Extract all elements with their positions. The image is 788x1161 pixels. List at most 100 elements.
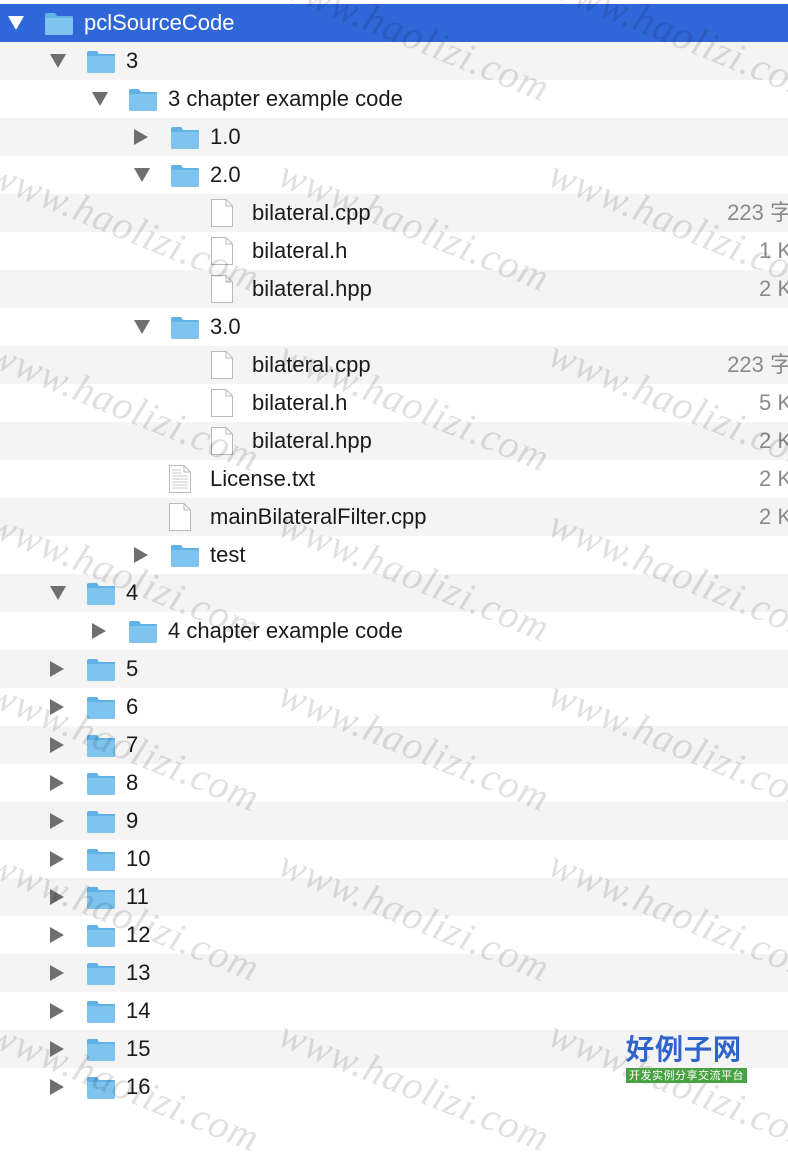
folder-name: 3: [126, 48, 139, 73]
document-icon: [211, 275, 233, 303]
folder-row[interactable]: 3: [0, 42, 788, 80]
file-size: 2 K: [758, 466, 788, 491]
folder-row[interactable]: 6: [0, 688, 788, 726]
disclosure-triangle-right-icon[interactable]: [92, 623, 106, 639]
folder-icon: [87, 583, 115, 605]
folder-icon: [171, 545, 199, 567]
document-icon: [211, 199, 233, 227]
folder-icon: [87, 849, 115, 871]
disclosure-triangle-right-icon[interactable]: [134, 129, 148, 145]
folder-name: 2.0: [210, 162, 241, 187]
file-size: 1 K: [758, 238, 788, 263]
file-name: bilateral.h: [252, 390, 348, 415]
folder-row[interactable]: 3 chapter example code: [0, 80, 788, 118]
disclosure-triangle-right-icon[interactable]: [50, 927, 64, 943]
folder-icon: [87, 51, 115, 73]
document-icon: [211, 389, 233, 417]
folder-icon: [129, 621, 157, 643]
folder-row[interactable]: 13: [0, 954, 788, 992]
folder-name: 15: [126, 1036, 151, 1061]
folder-row[interactable]: 14: [0, 992, 788, 1030]
disclosure-triangle-right-icon[interactable]: [50, 813, 64, 829]
folder-row[interactable]: 8: [0, 764, 788, 802]
text-document-icon: [169, 465, 191, 493]
folder-icon: [171, 127, 199, 149]
file-row[interactable]: bilateral.hpp 2 K: [0, 270, 788, 308]
folder-row[interactable]: 16: [0, 1068, 788, 1106]
disclosure-triangle-down-icon[interactable]: [50, 586, 66, 600]
folder-row[interactable]: 9: [0, 802, 788, 840]
folder-row[interactable]: 12: [0, 916, 788, 954]
file-name: bilateral.cpp: [252, 352, 371, 377]
file-row[interactable]: bilateral.cpp 223 字: [0, 346, 788, 384]
disclosure-triangle-down-icon[interactable]: [92, 92, 108, 106]
file-size: 2 K: [758, 428, 788, 453]
folder-row[interactable]: pclSourceCode: [0, 4, 788, 42]
document-icon: [211, 351, 233, 379]
file-row[interactable]: bilateral.cpp 223 字: [0, 194, 788, 232]
folder-row[interactable]: 3.0: [0, 308, 788, 346]
folder-icon: [87, 697, 115, 719]
folder-icon: [87, 887, 115, 909]
file-name: bilateral.hpp: [252, 428, 372, 453]
disclosure-triangle-right-icon[interactable]: [50, 965, 64, 981]
folder-icon: [87, 925, 115, 947]
file-size: 223 字: [727, 352, 788, 377]
file-row[interactable]: License.txt 2 K: [0, 460, 788, 498]
file-size: 2 K: [758, 276, 788, 301]
folder-row[interactable]: 7: [0, 726, 788, 764]
folder-row[interactable]: 4: [0, 574, 788, 612]
file-name: bilateral.h: [252, 238, 348, 263]
folder-name: 8: [126, 770, 139, 795]
file-row[interactable]: bilateral.h 1 K: [0, 232, 788, 270]
file-row[interactable]: bilateral.hpp 2 K: [0, 422, 788, 460]
folder-row[interactable]: 10: [0, 840, 788, 878]
folder-name: 3 chapter example code: [168, 86, 403, 111]
disclosure-triangle-right-icon[interactable]: [50, 1079, 64, 1095]
folder-row[interactable]: 1.0: [0, 118, 788, 156]
disclosure-triangle-down-icon[interactable]: [134, 168, 150, 182]
folder-name: 9: [126, 808, 139, 833]
folder-icon: [87, 659, 115, 681]
folder-name: 12: [126, 922, 151, 947]
disclosure-triangle-right-icon[interactable]: [50, 699, 64, 715]
folder-name: 14: [126, 998, 151, 1023]
folder-row[interactable]: 5: [0, 650, 788, 688]
disclosure-triangle-right-icon[interactable]: [50, 1041, 64, 1057]
folder-row[interactable]: 2.0: [0, 156, 788, 194]
folder-row[interactable]: 11: [0, 878, 788, 916]
file-size: 5 K: [758, 390, 788, 415]
disclosure-triangle-down-icon[interactable]: [134, 320, 150, 334]
folder-icon: [87, 1039, 115, 1061]
disclosure-triangle-right-icon[interactable]: [50, 737, 64, 753]
folder-name: 1.0: [210, 124, 241, 149]
file-row[interactable]: bilateral.h 5 K: [0, 384, 788, 422]
disclosure-triangle-right-icon[interactable]: [50, 775, 64, 791]
document-icon: [211, 237, 233, 265]
folder-row[interactable]: test: [0, 536, 788, 574]
folder-icon: [87, 773, 115, 795]
disclosure-triangle-right-icon[interactable]: [50, 889, 64, 905]
folder-name: pclSourceCode: [84, 10, 235, 35]
folder-name: 11: [126, 884, 149, 909]
folder-icon: [129, 89, 157, 111]
folder-icon: [87, 811, 115, 833]
folder-icon: [45, 13, 73, 35]
disclosure-triangle-down-icon[interactable]: [8, 16, 24, 30]
folder-name: test: [210, 542, 246, 567]
disclosure-triangle-right-icon[interactable]: [50, 1003, 64, 1019]
disclosure-triangle-right-icon[interactable]: [50, 851, 64, 867]
folder-name: 10: [126, 846, 151, 871]
folder-row[interactable]: 15: [0, 1030, 788, 1068]
folder-name: 3.0: [210, 314, 241, 339]
folder-row[interactable]: 4 chapter example code: [0, 612, 788, 650]
folder-name: 4 chapter example code: [168, 618, 403, 643]
folder-icon: [87, 963, 115, 985]
file-row[interactable]: mainBilateralFilter.cpp 2 K: [0, 498, 788, 536]
file-tree: pclSourceCode 3 3 chapter example code 1.0 2…: [0, 4, 788, 1106]
folder-icon: [87, 735, 115, 757]
disclosure-triangle-right-icon[interactable]: [134, 547, 148, 563]
folder-name: 5: [126, 656, 139, 681]
disclosure-triangle-right-icon[interactable]: [50, 661, 64, 677]
disclosure-triangle-down-icon[interactable]: [50, 54, 66, 68]
